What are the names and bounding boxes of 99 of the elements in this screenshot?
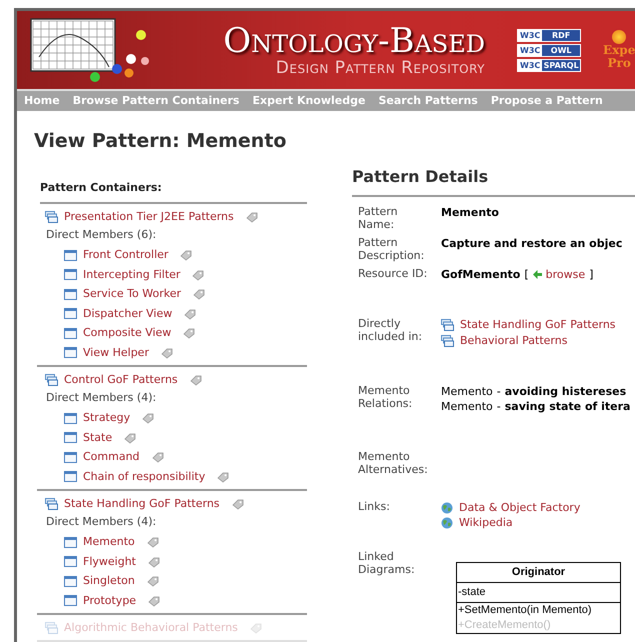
bracket: [: [524, 267, 529, 282]
window-icon: [64, 556, 77, 568]
external-link[interactable]: Data & Object Factory: [459, 500, 580, 515]
class-name: Originator: [457, 563, 620, 583]
tag-icon[interactable]: [192, 268, 204, 281]
window-icon: [64, 412, 77, 424]
tag-icon[interactable]: [217, 470, 230, 483]
pattern-link[interactable]: Dispatcher View: [83, 306, 172, 322]
tag-icon[interactable]: [190, 374, 202, 386]
detail-value: Memento: [441, 206, 499, 219]
container-link[interactable]: Control GoF Patterns: [64, 372, 178, 388]
relation-separator: -: [496, 384, 501, 399]
tag-icon[interactable]: [148, 594, 160, 607]
detail-label: Linked Diagrams:: [358, 550, 416, 578]
window-icon: [64, 328, 77, 339]
class-method: +SetMemento(in Memento): [458, 603, 593, 618]
stack-icon: [45, 498, 58, 510]
tag-icon[interactable]: [232, 498, 244, 510]
detail-label: Memento Alternatives:: [358, 450, 429, 478]
relation-separator: -: [496, 399, 501, 414]
relation-text: saving state of itera: [504, 399, 630, 414]
page-title: View Pattern: Memento: [34, 129, 288, 153]
detail-label: Links:: [358, 500, 391, 515]
site-title: Ontology-Based: [223, 23, 485, 59]
tag-icon[interactable]: [184, 308, 196, 320]
tag-icon[interactable]: [146, 575, 159, 588]
pattern-link[interactable]: Memento: [83, 534, 135, 550]
relation-pattern: Memento: [441, 384, 493, 399]
relation-text: avoiding histereses: [504, 384, 626, 399]
tag-icon[interactable]: [152, 451, 164, 464]
window-icon: [64, 288, 77, 300]
pattern-link[interactable]: State: [83, 430, 112, 446]
detail-label: Pattern Description:: [358, 236, 426, 264]
section-heading: Pattern Containers:: [40, 180, 307, 204]
window-icon: [64, 347, 77, 358]
pattern-link[interactable]: Intercepting Filter: [83, 266, 180, 283]
detail-label: Directly included in:: [358, 317, 424, 345]
members-label: Direct Members (4):: [46, 390, 158, 406]
container-link[interactable]: State Handling GoF Patterns: [64, 496, 220, 512]
pattern-link[interactable]: Flyweight: [83, 554, 136, 570]
external-link[interactable]: Wikipedia: [459, 515, 513, 530]
resource-id: GofMemento: [441, 267, 520, 282]
container-link[interactable]: State Handling GoF Patterns: [460, 317, 616, 332]
detail-label: Memento Relations:: [358, 384, 414, 412]
relation-pattern: Memento: [441, 399, 493, 414]
container-link[interactable]: Presentation Tier J2EE Patterns: [64, 208, 234, 226]
detail-label: Resource ID:: [358, 267, 428, 282]
promo-text: Expe: [603, 44, 635, 57]
detail-label: Pattern Name:: [358, 205, 399, 233]
section-heading: Pattern Details: [352, 167, 635, 197]
w3c-badge[interactable]: W3C SPARQL: [517, 58, 581, 72]
pattern-link[interactable]: Command: [83, 449, 140, 466]
container-link[interactable]: Behavioral Patterns: [460, 333, 568, 348]
stack-icon: [441, 334, 454, 346]
class-method: +CreateMemento(): [458, 618, 552, 633]
class-attribute: -state: [458, 585, 487, 600]
tag-icon[interactable]: [146, 536, 159, 548]
tag-icon[interactable]: [192, 288, 205, 300]
pattern-link[interactable]: Singleton: [83, 573, 135, 590]
browser-icon: [612, 30, 626, 44]
pattern-link[interactable]: Front Controller: [83, 247, 168, 264]
pattern-link[interactable]: Strategy: [83, 410, 130, 426]
pattern-link[interactable]: Composite View: [83, 325, 172, 342]
tag-icon[interactable]: [183, 327, 196, 340]
window-icon: [64, 432, 77, 444]
tag-icon[interactable]: [180, 249, 192, 262]
w3c-badge[interactable]: W3C OWL: [517, 44, 581, 56]
window-icon: [64, 595, 77, 606]
pattern-link[interactable]: Service To Worker: [83, 286, 181, 302]
bracket: ]: [589, 267, 594, 282]
promo-text: Pro: [607, 57, 631, 70]
globe-icon: [441, 502, 453, 514]
window-icon: [64, 452, 77, 463]
pattern-link[interactable]: View Helper: [83, 344, 149, 361]
window-icon: [64, 471, 77, 482]
arrow-icon: [532, 270, 542, 279]
stack-icon: [441, 318, 454, 330]
site-subtitle: Design Pattern Repository: [276, 59, 485, 77]
stack-icon: [45, 622, 58, 634]
tag-icon[interactable]: [142, 412, 154, 424]
window-icon: [64, 536, 77, 548]
window-icon: [64, 269, 77, 280]
tag-icon[interactable]: [148, 556, 160, 568]
stack-icon: [45, 374, 58, 386]
w3c-badge[interactable]: W3C RDF: [517, 28, 581, 42]
window-icon: [64, 308, 77, 320]
pattern-link[interactable]: Chain of responsibility: [83, 468, 206, 485]
members-label: Direct Members (4):: [46, 514, 158, 530]
stack-icon: [45, 211, 58, 223]
pattern-link[interactable]: Prototype: [83, 592, 136, 609]
detail-value: Capture and restore an objec: [441, 237, 622, 250]
tag-icon[interactable]: [160, 346, 173, 359]
browse-link[interactable]: browse: [546, 267, 586, 282]
globe-icon: [441, 516, 453, 528]
tag-icon[interactable]: [246, 211, 258, 223]
window-icon: [64, 576, 77, 587]
members-label: Direct Members (6):: [46, 226, 158, 242]
tag-icon[interactable]: [124, 432, 136, 444]
window-icon: [64, 250, 77, 261]
